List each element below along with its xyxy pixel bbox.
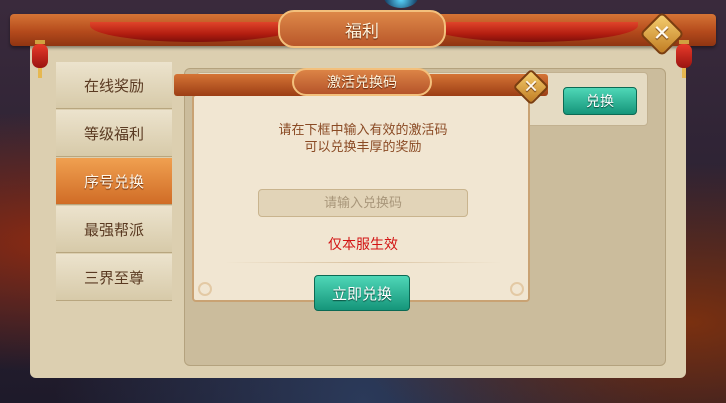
- panel-title: 福利: [345, 21, 379, 42]
- dialog-title-plate: 激活兑换码: [292, 68, 432, 96]
- server-only-note: 仅本服生效: [328, 237, 398, 253]
- dialog-instruction: 请在下框中输入有效的激活码 可以兑换丰厚的奖励: [194, 122, 532, 156]
- exchange-button[interactable]: 兑换: [563, 87, 637, 115]
- close-icon: ✕: [652, 21, 672, 47]
- dialog-title: 激活兑换码: [327, 75, 397, 91]
- tab-three-realms-supreme[interactable]: 三界至尊: [56, 254, 172, 301]
- tab-online-reward[interactable]: 在线奖励: [56, 62, 172, 109]
- redeem-code-input[interactable]: [258, 189, 468, 217]
- instruction-line-1: 请在下框中输入有效的激活码: [278, 123, 448, 138]
- corner-ornament: [510, 282, 524, 296]
- tab-label: 三界至尊: [83, 268, 144, 287]
- panel-title-plate: 福利: [278, 10, 446, 48]
- sidebar: 在线奖励 等级福利 序号兑换 最强帮派 三界至尊: [56, 62, 172, 302]
- dialog-body: 请在下框中输入有效的激活码 可以兑换丰厚的奖励 仅本服生效 立即兑换: [192, 94, 532, 311]
- tab-serial-exchange[interactable]: 序号兑换: [56, 158, 172, 205]
- tab-level-welfare[interactable]: 等级福利: [56, 110, 172, 157]
- lantern-icon: [32, 40, 48, 78]
- tab-strongest-guild[interactable]: 最强帮派: [56, 206, 172, 253]
- corner-ornament: [198, 282, 212, 296]
- tab-label: 在线奖励: [83, 76, 144, 95]
- divider: [224, 262, 502, 263]
- activation-code-dialog: 请在下框中输入有效的激活码 可以兑换丰厚的奖励 仅本服生效 立即兑换 激活兑换码…: [174, 68, 550, 311]
- close-icon: ✕: [523, 76, 539, 98]
- redeem-now-button[interactable]: 立即兑换: [314, 275, 410, 311]
- lantern-icon: [676, 40, 692, 78]
- tab-label: 最强帮派: [83, 220, 144, 239]
- tab-label: 等级福利: [83, 124, 144, 143]
- instruction-line-2: 可以兑换丰厚的奖励: [304, 140, 422, 155]
- tab-label: 序号兑换: [83, 172, 144, 191]
